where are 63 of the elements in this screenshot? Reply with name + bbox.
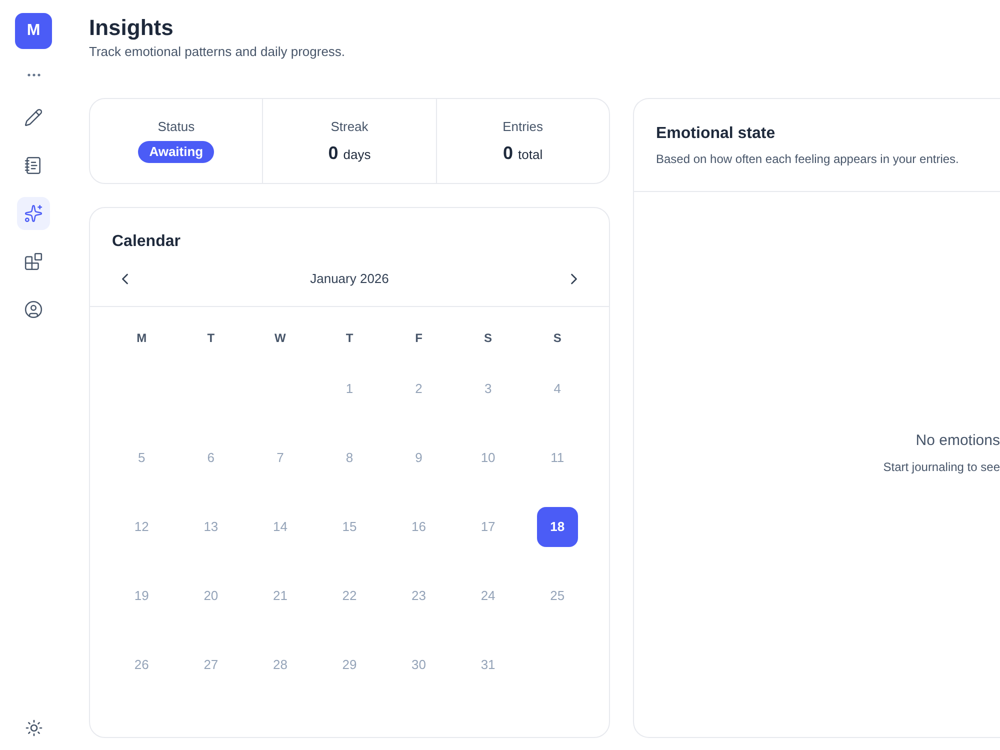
calendar-day[interactable]: 14 [260, 506, 301, 546]
calendar-day[interactable]: 25 [536, 576, 578, 616]
calendar-day[interactable]: 19 [121, 576, 162, 616]
calendar-title: Calendar [111, 232, 182, 252]
calendar-day[interactable]: 24 [468, 576, 509, 616]
stat-unit: total [518, 147, 543, 163]
status-badge: Awaiting [138, 141, 214, 163]
app-logo[interactable]: M [15, 13, 52, 49]
calendar-day[interactable]: 5 [121, 438, 162, 478]
weekday-label: M [136, 330, 147, 347]
pencil-icon [24, 108, 43, 127]
calendar-day[interactable]: 4 [536, 368, 578, 408]
calendar-day[interactable]: 13 [190, 506, 232, 546]
weekday-label: S [553, 330, 562, 347]
calendar-day[interactable]: 8 [328, 438, 370, 478]
calendar-day[interactable]: 18 [536, 506, 578, 546]
card-title: Emotional state [656, 124, 776, 144]
weekday-label: T [346, 330, 354, 347]
calendar-day[interactable]: 21 [260, 576, 301, 616]
month-label: January 2026 [310, 270, 389, 288]
calendar-day[interactable]: 10 [468, 438, 509, 478]
calendar-day[interactable]: 20 [190, 576, 232, 616]
sidebar-nav-button[interactable] [17, 197, 50, 230]
empty-state-text: Start journaling to see [883, 458, 1000, 474]
stat-label: Entries [502, 119, 544, 135]
calendar-day[interactable]: 6 [190, 438, 232, 478]
calendar-day[interactable]: 27 [190, 644, 232, 684]
page-subtitle: Track emotional patterns and daily progress. [89, 43, 346, 61]
calendar-day[interactable]: 7 [260, 438, 301, 478]
calendar-day[interactable]: 17 [468, 506, 509, 546]
weekday-label: W [274, 330, 286, 347]
calendar-day[interactable]: 15 [328, 506, 370, 546]
stat-label: Streak [330, 119, 368, 135]
calendar-day[interactable]: 31 [468, 644, 509, 684]
calendar-day[interactable]: 1 [328, 368, 370, 408]
calendar-day[interactable]: 3 [468, 368, 509, 408]
calendar-day[interactable]: 30 [398, 644, 440, 684]
card-subtitle: Based on how often each feeling appears in your entries. [656, 151, 960, 167]
weekday-label: S [484, 330, 492, 347]
blocks-icon [24, 252, 43, 271]
user-circle-icon [24, 300, 43, 319]
page-title: Insights [89, 14, 174, 42]
calendar-day[interactable]: 9 [398, 438, 440, 478]
calendar-day[interactable]: 29 [328, 644, 370, 684]
calendar-day[interactable]: 22 [328, 576, 370, 616]
more-icon[interactable] [26, 73, 40, 77]
sun-icon [24, 719, 42, 737]
calendar-day[interactable]: 26 [121, 644, 162, 684]
notebook-icon [24, 156, 43, 175]
calendar-day[interactable]: 23 [398, 576, 440, 616]
stat-value: 0 [503, 143, 514, 163]
stat-value: 0 [328, 143, 338, 163]
calendar-day[interactable]: 11 [536, 438, 578, 478]
calendar-day[interactable]: 28 [260, 644, 301, 684]
stat-label: Status [158, 119, 195, 135]
weekday-label: F [415, 330, 422, 347]
calendar-day[interactable]: 16 [398, 506, 440, 546]
weekday-label: T [207, 330, 215, 347]
empty-state-title: No emotions [916, 430, 1000, 450]
sparkles-icon [24, 204, 43, 223]
calendar-day[interactable]: 2 [398, 368, 440, 408]
stat-unit: days [343, 147, 371, 163]
calendar-day[interactable]: 12 [121, 506, 162, 546]
